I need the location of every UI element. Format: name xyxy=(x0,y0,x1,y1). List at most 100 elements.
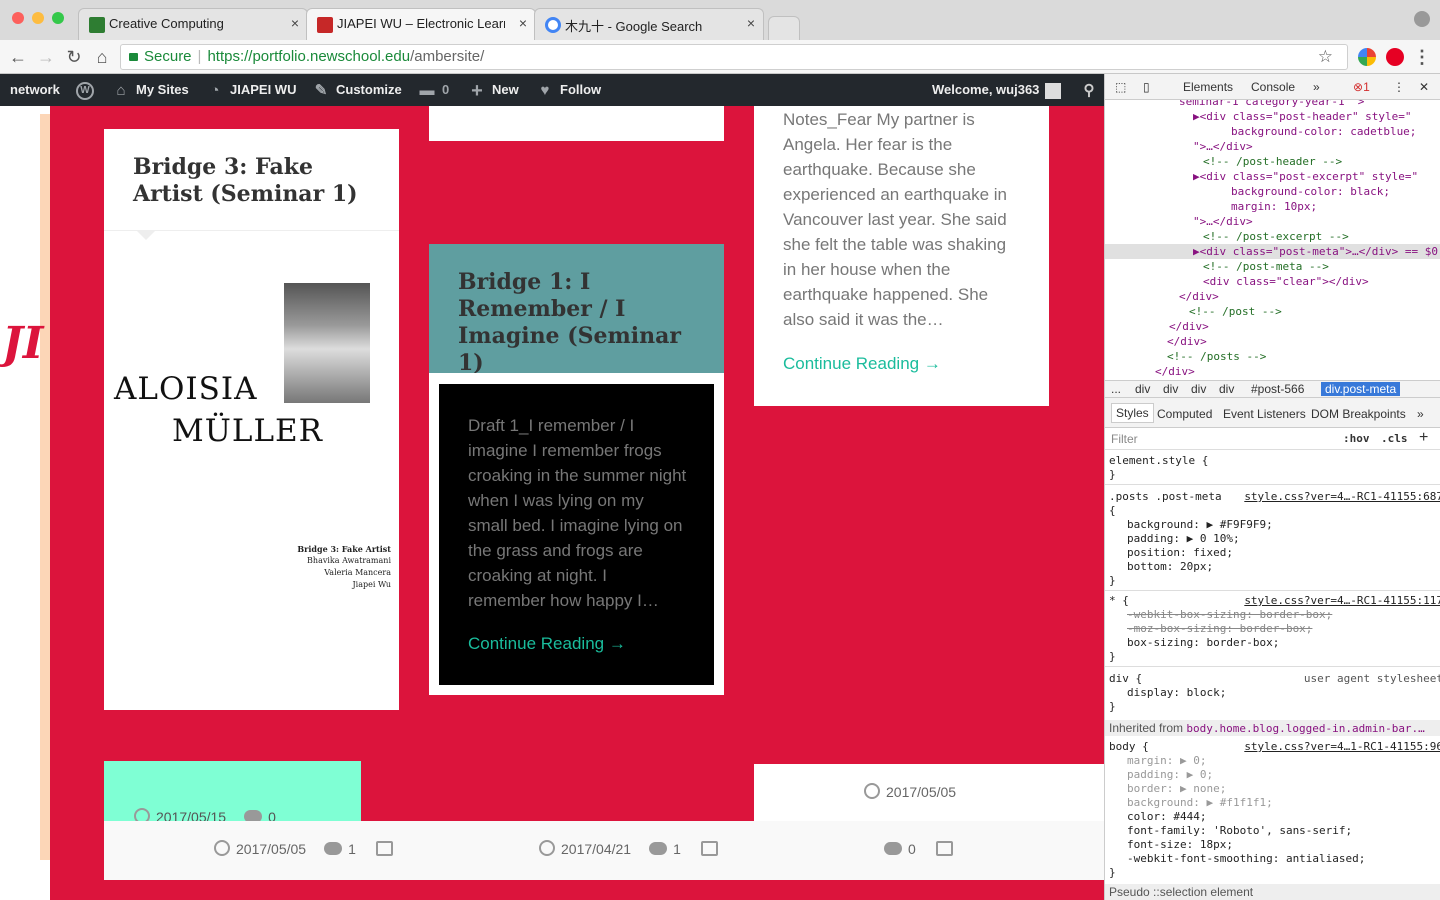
more-tabs-icon[interactable]: » xyxy=(1313,80,1320,94)
device-toolbar-icon[interactable]: ▯ xyxy=(1143,80,1150,94)
edit-icon[interactable] xyxy=(935,840,953,856)
error-badge[interactable]: ⊗1 xyxy=(1353,80,1370,94)
css-property[interactable]: -webkit-font-smoothing: antialiased; xyxy=(1127,852,1440,866)
css-property[interactable]: -moz-box-sizing: border-box; xyxy=(1127,622,1440,636)
forward-arrow-icon[interactable]: → xyxy=(34,45,58,69)
comments-link[interactable]: ▬ 0 xyxy=(418,74,450,106)
close-devtools-icon[interactable]: ✕ xyxy=(1419,80,1429,94)
css-property[interactable]: font-family: 'Roboto', sans-serif; xyxy=(1127,824,1440,838)
css-property[interactable]: background: ▶ #F9F9F9; xyxy=(1127,518,1440,532)
search-icon[interactable]: ⚲ xyxy=(1080,74,1104,106)
close-icon[interactable]: × xyxy=(519,15,527,31)
bookmark-star-icon[interactable]: ☆ xyxy=(1318,45,1333,69)
site-logo[interactable]: JI xyxy=(2,318,43,369)
css-property[interactable]: bottom: 20px; xyxy=(1127,560,1440,574)
continue-reading-link[interactable]: Continue Reading → xyxy=(468,634,626,654)
tab-jiapei-wu[interactable]: JIAPEI WU – Electronic Learnin × xyxy=(306,8,536,40)
site-name-menu[interactable]: ◔ JIAPEI WU xyxy=(206,74,296,106)
tab-google-search[interactable]: 木九十 - Google Search × xyxy=(534,8,764,40)
post-card-right[interactable]: 2017/05/05 xyxy=(754,764,1104,824)
comment-count[interactable]: 1 xyxy=(348,841,356,857)
dom-node[interactable]: <!-- /post --> xyxy=(1105,304,1440,319)
breadcrumb-item[interactable]: div.post-meta xyxy=(1321,382,1401,396)
breadcrumb-item[interactable]: div xyxy=(1135,382,1150,396)
dom-node[interactable]: </div> xyxy=(1105,364,1440,379)
rule-selector[interactable]: element.style { xyxy=(1109,454,1440,468)
rule-selector[interactable]: .posts .post-meta style.css?ver=4…-RC1-41… xyxy=(1109,490,1440,504)
devtools-menu-icon[interactable]: ⋮ xyxy=(1393,80,1405,94)
tab-dom-breakpoints[interactable]: DOM Breakpoints xyxy=(1311,407,1406,421)
reload-icon[interactable]: ↻ xyxy=(62,45,86,69)
css-property[interactable]: margin: ▶ 0; xyxy=(1127,754,1440,768)
minimize-window-button[interactable] xyxy=(32,12,44,24)
dom-node[interactable]: ">…</div> xyxy=(1105,214,1440,229)
rule-selector[interactable]: * {style.css?ver=4…-RC1-41155:117 xyxy=(1109,594,1440,608)
breadcrumb-item[interactable]: div xyxy=(1219,382,1234,396)
dom-node[interactable]: background-color: black; xyxy=(1105,184,1440,199)
css-property[interactable]: background: ▶ #f1f1f1; xyxy=(1127,796,1440,810)
menu-kebab-icon[interactable]: ⋮ xyxy=(1410,45,1434,69)
rule-selector[interactable]: body {style.css?ver=4…1-RC1-41155:96 xyxy=(1109,740,1440,754)
address-bar[interactable]: Secure | https://portfolio.newschool.edu/a… xyxy=(120,44,1348,70)
network-link[interactable]: network xyxy=(10,74,60,106)
tab-event-listeners[interactable]: Event Listeners xyxy=(1223,407,1306,421)
post-card-bridge3[interactable]: Bridge 3: Fake Artist (Seminar 1) ALOISI… xyxy=(104,129,399,710)
close-window-button[interactable] xyxy=(12,12,24,24)
breadcrumb-item[interactable]: ... xyxy=(1111,382,1121,396)
my-sites-menu[interactable]: ⌂ My Sites xyxy=(112,74,188,106)
css-property[interactable]: display: block; xyxy=(1127,686,1440,700)
close-icon[interactable]: × xyxy=(291,15,299,31)
profile-icon[interactable] xyxy=(1414,11,1430,27)
cls-toggle[interactable]: .cls xyxy=(1381,432,1408,445)
dom-node[interactable]: ">…</div> xyxy=(1105,139,1440,154)
css-property[interactable]: -webkit-box-sizing: border-box; xyxy=(1127,608,1440,622)
zoom-window-button[interactable] xyxy=(52,12,64,24)
continue-reading-link[interactable]: Continue Reading → xyxy=(783,354,941,374)
dom-node[interactable]: ▶<div class="post-meta">…</div> == $0 xyxy=(1105,244,1440,259)
dom-node[interactable]: margin: 10px; xyxy=(1105,199,1440,214)
dom-node[interactable]: <!-- /posts --> xyxy=(1105,349,1440,364)
breadcrumb-item[interactable]: #post-566 xyxy=(1251,382,1304,396)
extension-icon[interactable] xyxy=(1358,48,1376,66)
my-account-menu[interactable]: Welcome, wuj363 xyxy=(932,74,1062,106)
dom-node[interactable]: <div class="clear"></div> xyxy=(1105,274,1440,289)
back-arrow-icon[interactable]: ← xyxy=(6,45,30,69)
more-tabs-icon[interactable]: » xyxy=(1417,407,1424,421)
tab-computed[interactable]: Computed xyxy=(1157,407,1212,421)
dom-node[interactable]: ▶<div class="post-excerpt" style=" xyxy=(1105,169,1440,184)
customize-link[interactable]: ✎ Customize xyxy=(312,74,402,106)
filter-input[interactable]: Filter xyxy=(1111,432,1138,446)
dom-node[interactable]: </div> xyxy=(1105,289,1440,304)
inherited-element-link[interactable]: body.home.blog.logged-in.admin-bar.… xyxy=(1186,722,1424,735)
close-icon[interactable]: × xyxy=(747,15,755,31)
dom-node[interactable]: ▶<div class="post-header" style=" xyxy=(1105,109,1440,124)
new-content-menu[interactable]: + New xyxy=(468,74,519,106)
wordpress-logo-icon[interactable]: W xyxy=(76,74,100,106)
hov-toggle[interactable]: :hov xyxy=(1343,432,1370,445)
post-date[interactable]: 2017/05/05 xyxy=(236,841,306,857)
rule-selector[interactable]: div {user agent stylesheet xyxy=(1109,672,1440,686)
follow-link[interactable]: ♥ Follow xyxy=(536,74,602,106)
css-property[interactable]: color: #444; xyxy=(1127,810,1440,824)
edit-icon[interactable] xyxy=(700,840,718,856)
source-link[interactable]: style.css?ver=4…1-RC1-41155:96 xyxy=(1244,740,1440,754)
edit-icon[interactable] xyxy=(375,840,393,856)
home-icon[interactable]: ⌂ xyxy=(90,45,114,69)
tab-creative-computing[interactable]: Creative Computing × xyxy=(78,8,308,40)
dom-node[interactable]: <!-- /post-meta --> xyxy=(1105,259,1440,274)
new-tab-button[interactable] xyxy=(768,16,800,40)
source-link[interactable]: style.css?ver=4…-RC1-41155:687 xyxy=(1244,490,1440,504)
comment-count[interactable]: 0 xyxy=(908,841,916,857)
post-title[interactable]: Bridge 3: Fake Artist (Seminar 1) xyxy=(133,154,373,208)
dom-node[interactable]: </div> xyxy=(1105,334,1440,349)
dom-node[interactable]: background-color: cadetblue; xyxy=(1105,124,1440,139)
css-property[interactable]: position: fixed; xyxy=(1127,546,1440,560)
dom-node[interactable]: </div> xyxy=(1105,319,1440,334)
css-property[interactable]: padding: ▶ 0 10%; xyxy=(1127,532,1440,546)
dom-node[interactable]: <!-- /post-header --> xyxy=(1105,154,1440,169)
post-date[interactable]: 2017/04/21 xyxy=(561,841,631,857)
new-rule-plus-icon[interactable]: + xyxy=(1419,429,1428,447)
breadcrumb-item[interactable]: div xyxy=(1191,382,1206,396)
css-property[interactable]: padding: ▶ 0; xyxy=(1127,768,1440,782)
post-card-bridge1[interactable]: Bridge 1: I Remember / I Imagine (Semina… xyxy=(429,244,724,695)
